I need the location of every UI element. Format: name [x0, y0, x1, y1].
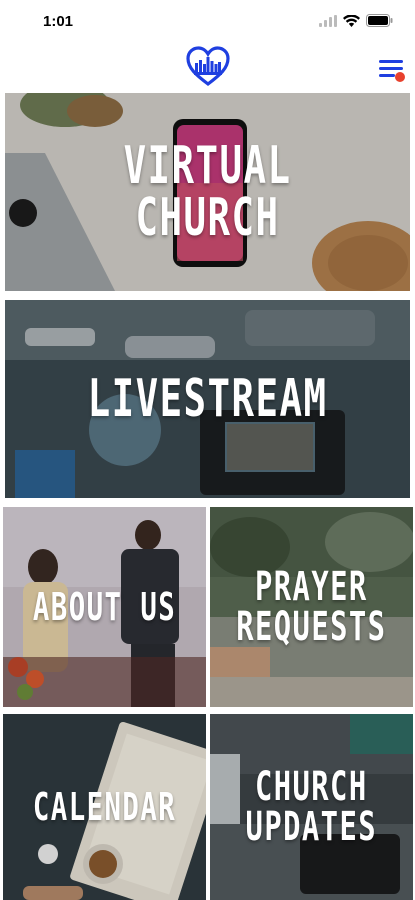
- menu-button[interactable]: [377, 56, 407, 86]
- battery-icon: [366, 14, 393, 27]
- prayer-requests-label: PRAYER REQUESTS: [236, 564, 387, 650]
- status-time: 1:01: [43, 13, 74, 30]
- calendar-tile[interactable]: CALENDAR: [3, 714, 206, 900]
- calendar-label: CALENDAR: [32, 785, 177, 829]
- livestream-label: LIVESTREAM: [87, 369, 328, 429]
- about-us-tile[interactable]: ABOUT US: [3, 507, 206, 707]
- virtual-church-label: VIRTUAL CHURCH: [123, 136, 292, 248]
- prayer-requests-tile[interactable]: PRAYER REQUESTS: [210, 507, 413, 707]
- status-icons: [319, 14, 393, 27]
- wifi-icon: [343, 14, 360, 27]
- about-us-label: ABOUT US: [32, 585, 177, 629]
- church-updates-tile[interactable]: CHURCH UPDATES: [210, 714, 413, 900]
- hamburger-menu-icon: [379, 60, 405, 82]
- livestream-tile[interactable]: LIVESTREAM: [5, 300, 410, 498]
- virtual-church-tile[interactable]: VIRTUAL CHURCH: [5, 93, 410, 291]
- heart-city-logo-icon[interactable]: [186, 46, 230, 86]
- church-updates-label: CHURCH UPDATES: [245, 764, 378, 850]
- status-bar: 1:01: [0, 0, 415, 44]
- signal-icon: [319, 14, 337, 27]
- app-header: [0, 44, 415, 92]
